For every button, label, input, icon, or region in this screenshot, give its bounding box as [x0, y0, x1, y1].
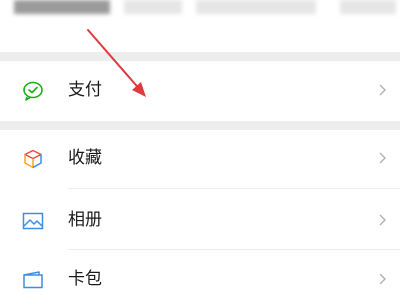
blurred-text: [196, 0, 316, 14]
menu-item-label: 收藏: [68, 148, 102, 168]
blurred-header-area: [0, 0, 400, 52]
blurred-text: [340, 0, 396, 14]
menu-item-label: 相册: [68, 210, 102, 230]
section-separator: [0, 121, 400, 130]
chevron-right-icon: [378, 148, 388, 168]
menu-item-favorites[interactable]: 收藏: [0, 131, 400, 187]
row-divider: [68, 249, 400, 250]
blurred-avatar: [14, 0, 110, 14]
row-divider: [68, 188, 400, 189]
section-separator: [0, 52, 400, 61]
chevron-right-icon: [378, 210, 388, 230]
favorites-cube-icon: [22, 149, 44, 169]
wechat-pay-icon: [22, 81, 44, 101]
menu-item-album[interactable]: 相册: [0, 193, 400, 249]
menu-item-label: 卡包: [68, 269, 102, 289]
blurred-text: [124, 0, 182, 14]
chevron-right-icon: [378, 269, 388, 289]
card-wallet-icon: [22, 270, 44, 290]
chevron-right-icon: [378, 80, 388, 100]
menu-item-pay[interactable]: 支付: [0, 63, 400, 119]
menu-item-label: 支付: [68, 80, 102, 100]
album-image-icon: [22, 211, 44, 231]
